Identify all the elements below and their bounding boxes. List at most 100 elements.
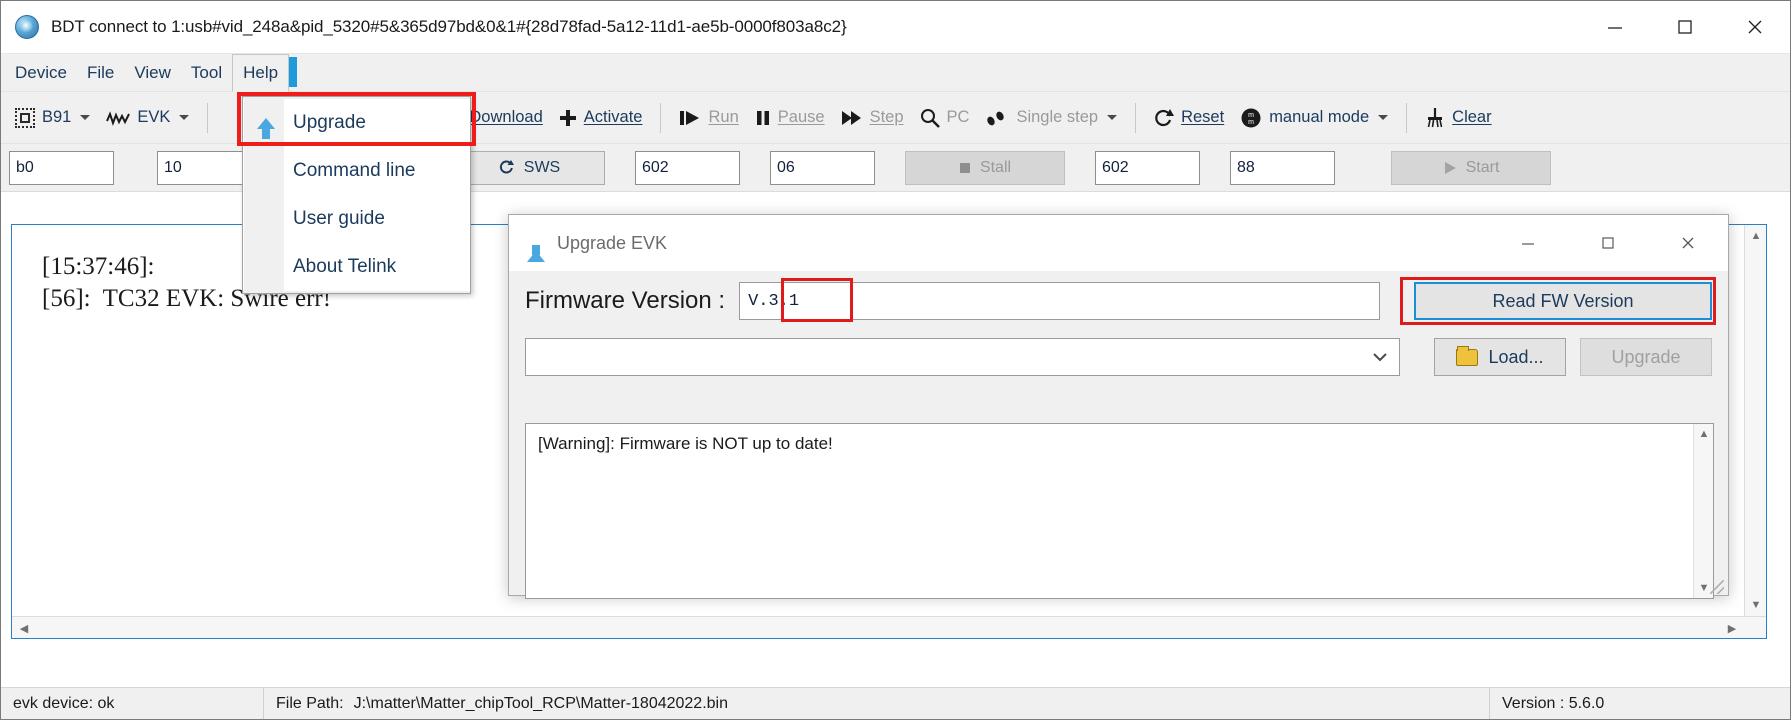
dialog-log-panel: [Warning]: Firmware is NOT up to date! ▲… [525,423,1714,599]
dialog-log-scrollbar[interactable]: ▲ ▼ [1693,424,1713,598]
sws-button[interactable]: SWS [453,150,605,185]
reset-button[interactable]: Reset [1146,99,1232,137]
scroll-up-icon[interactable]: ▲ [1745,227,1766,245]
scroll-right-icon[interactable]: ▶ [1723,617,1741,638]
chip-label: B91 [42,108,72,126]
single-step-selector[interactable]: Single step [977,99,1125,137]
activate-label: Activate [583,108,643,126]
close-icon[interactable] [1720,1,1790,53]
search-icon [920,108,940,128]
manual-mode-selector[interactable]: mm manual mode [1232,99,1396,137]
scroll-down-icon[interactable]: ▼ [1745,596,1766,614]
application-window: BDT connect to 1:usb#vid_248a&pid_5320#5… [0,0,1791,720]
chevron-down-icon [80,115,91,120]
pause-label: Pause [777,108,825,126]
file-path-label: File Path: [276,694,344,712]
svg-text:m: m [1248,112,1254,119]
chevron-down-icon [179,115,190,120]
toolbar-divider [660,102,662,133]
firmware-version-row: Firmware Version : V.3.1 Read FW Version [509,271,1728,331]
value-88-input[interactable]: 88 [1230,150,1335,185]
file-path: File Path: J:\matter\Matter_chipTool_RCP… [264,688,1489,719]
firmware-file-row: Load... Upgrade [509,331,1728,383]
menu-tool[interactable]: Tool [181,54,232,91]
file-path-value: J:\matter\Matter_chipTool_RCP\Matter-180… [353,694,728,712]
minimize-icon[interactable] [1580,1,1650,53]
value-602-a-input[interactable]: 602 [635,150,740,185]
address-input[interactable]: b0 [9,150,114,185]
step-button[interactable]: Step [833,99,912,137]
run-button[interactable]: Run [671,99,746,137]
step-label: Step [869,108,904,126]
menu-active-marker [289,57,298,87]
dialog-title: Upgrade EVK [557,232,668,253]
evk-selector[interactable]: EVK [98,99,197,137]
chevron-down-icon [1107,115,1118,120]
version-label: Version : 5.6.0 [1502,694,1605,712]
download-label: Download [469,108,543,126]
firmware-file-combobox[interactable] [525,338,1400,376]
clear-button[interactable]: Clear [1417,99,1499,137]
bdt-app-icon [15,15,39,39]
load-button[interactable]: Load... [1434,338,1566,376]
pause-icon [756,110,769,125]
scroll-up-icon[interactable]: ▲ [1694,426,1713,442]
log-vertical-scrollbar[interactable]: ▲ ▼ [1744,225,1766,638]
footsteps-icon [987,111,1005,125]
read-fw-version-button[interactable]: Read FW Version [1414,282,1712,320]
device-status: evk device: ok [13,694,115,712]
firmware-version-label: Firmware Version : [525,287,726,314]
log-horizontal-scrollbar[interactable]: ◀ ▶ [12,616,1766,638]
minimize-icon[interactable] [1488,215,1568,271]
reset-label: Reset [1181,108,1225,126]
stall-label: Stall [979,158,1012,176]
menu-item-command-line-label: Command line [293,160,416,181]
step-icon [841,110,861,125]
menu-device[interactable]: Device [5,54,77,91]
scroll-left-icon[interactable]: ◀ [15,617,33,638]
dialog-title-bar: Upgrade EVK [509,215,1728,271]
stall-button[interactable]: Stall [905,150,1065,185]
title-bar: BDT connect to 1:usb#vid_248a&pid_5320#5… [1,1,1790,54]
menu-item-user-guide-label: User guide [293,208,385,229]
menu-file[interactable]: File [77,54,124,91]
sws-label: SWS [523,158,561,176]
refresh-icon [499,160,514,174]
chevron-down-icon [1378,115,1389,120]
clear-label: Clear [1452,108,1492,126]
dialog-window-controls [1488,215,1728,271]
value-602-b-input[interactable]: 602 [1095,150,1200,185]
maximize-icon[interactable] [1650,1,1720,53]
start-label: Start [1465,158,1500,176]
upload-arrow-icon [527,234,545,262]
play-icon [1444,161,1456,174]
activate-button[interactable]: Activate [551,99,651,137]
menu-item-upgrade-label: Upgrade [293,112,366,133]
chip-selector[interactable]: B91 [7,99,98,137]
pc-label: PC [946,108,970,126]
run-icon [680,110,700,125]
resize-grip[interactable] [1710,580,1724,594]
menu-view[interactable]: View [124,54,181,91]
pause-button[interactable]: Pause [747,99,833,137]
dialog-log-text: [Warning]: Firmware is NOT up to date! [538,434,833,453]
window-title: BDT connect to 1:usb#vid_248a&pid_5320#5… [51,17,847,36]
broom-icon [1427,107,1443,127]
firmware-version-input[interactable]: V.3.1 [739,282,1380,320]
chevron-down-icon [1373,353,1387,362]
start-button[interactable]: Start [1391,150,1551,185]
manual-mode-icon: mm [1241,108,1261,127]
menu-help[interactable]: Help [232,54,290,92]
toolbar-divider [1406,102,1408,133]
maximize-icon[interactable] [1568,215,1648,271]
wave-icon [106,110,131,126]
menu-bar: Device File View Tool Help [1,54,1790,92]
pc-button[interactable]: PC [912,99,978,137]
upgrade-button[interactable]: Upgrade [1580,338,1712,376]
value-06-input[interactable]: 06 [770,150,875,185]
close-icon[interactable] [1648,215,1728,271]
status-bar: evk device: ok File Path: J:\matter\Matt… [1,687,1790,719]
folder-open-icon [1456,345,1479,366]
chip-icon [15,107,35,128]
evk-label: EVK [137,108,171,126]
